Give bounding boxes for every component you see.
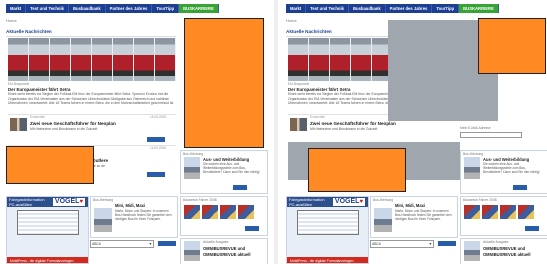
nav-item-test-technik[interactable]: Test und Technik (306, 4, 349, 13)
vogel-logo: VOGEL♥ (332, 198, 365, 206)
gallery-image[interactable] (500, 205, 516, 219)
magazine-cover[interactable] (464, 241, 480, 261)
nav-item-markt[interactable]: Markt (6, 4, 27, 13)
story-teaser: Mit Habrecher und Brockmann in die Zukun… (310, 127, 378, 131)
lead-caption: EM-Busparade (288, 82, 310, 86)
photo-gallery (184, 205, 254, 219)
redaction-block (308, 148, 406, 192)
story-date: 15.05.2008 (150, 115, 166, 119)
go-button[interactable] (438, 241, 456, 246)
nav-item-partner[interactable]: Partner des Jahres (106, 4, 153, 13)
nav-item-buskarriere[interactable]: BUSKARRIERE (179, 4, 219, 13)
breadcrumb[interactable]: Home (6, 18, 17, 23)
more-button[interactable] (147, 172, 165, 177)
gallery-image[interactable] (220, 205, 236, 219)
nav-item-busbaudbank[interactable]: Busbaudbank (69, 4, 106, 13)
aktuelle-ausgabe-box: Aktuelle Ausgabe OMNIBUSREVUE und OMNIBU… (180, 238, 268, 264)
box-title[interactable]: Mini, Midi, Maxi (115, 203, 145, 208)
vogel-ad-banner[interactable]: Fahrgastinformation PC-ausfüllen VOGEL♥ M… (6, 196, 89, 264)
story-date: 14.05.2008 (150, 146, 166, 150)
nav-item-buskarriere[interactable]: BUSKARRIERE (459, 4, 499, 13)
vogel-ad-banner[interactable]: Fahrgastinformation PC-ausfüllen VOGEL♥ M… (286, 196, 369, 264)
bus-werbung-box: Bus-Werbung Mini, Midi, Maxi Maße, Motor… (90, 196, 178, 238)
redaction-block (6, 146, 94, 184)
chevron-down-icon: ▼ (148, 242, 152, 246)
nav-item-markt[interactable]: Markt (286, 4, 307, 13)
main-nav: Markt Test und Technik Busbaudbank Partn… (286, 4, 499, 13)
nav-item-partner[interactable]: Partner des Jahres (386, 4, 433, 13)
bus-image[interactable] (94, 208, 112, 232)
section-rule (6, 36, 176, 37)
heart-icon: ♥ (359, 199, 363, 205)
story-tag: Evomobile (30, 115, 45, 119)
nav-item-test-technik[interactable]: Test und Technik (26, 4, 69, 13)
email-field[interactable] (460, 132, 522, 138)
aktuelle-ausgabe-box: Aktuelle Ausgabe OMNIBUSREVUE und OMNIBU… (460, 238, 547, 264)
lead-photo[interactable] (8, 38, 176, 81)
more-button[interactable] (233, 185, 247, 190)
box-title[interactable]: Mini, Midi, Maxi (395, 203, 425, 208)
story-tag: Evomobile (310, 115, 325, 119)
redaction-block (184, 18, 264, 148)
gallery-image[interactable] (202, 205, 218, 219)
bus-werbung-box: Bus-Werbung Mini, Midi, Maxi Maße, Motor… (370, 196, 458, 238)
main-nav: Markt Test und Technik Busbaudbank Partn… (6, 4, 219, 13)
photo-gallery (464, 205, 534, 219)
aus-weiterbildung-box: Bus-Werbung Aus- und Weiterbildung Sie s… (180, 150, 268, 194)
aus-weiterbildung-box: Bus-Werbung Aus- und Weiterbildung Sie s… (460, 150, 547, 194)
fotostrecke-box: Bauwerke Fahrer 2008 (180, 196, 268, 236)
section-title: Aktuelle Nachrichten (286, 29, 332, 34)
gallery-image[interactable] (518, 205, 534, 219)
redaction-block (478, 18, 546, 74)
lead-caption: EM-Busparade (8, 82, 30, 86)
login-label: Mein E-Mail-Adresse (460, 126, 491, 130)
story-title[interactable]: Zwei neue Geschäftsführer für Neoplan (30, 121, 116, 126)
gallery-image[interactable] (238, 205, 254, 219)
more-button[interactable] (525, 226, 539, 231)
gallery-image[interactable] (464, 205, 480, 219)
story-title[interactable]: Zwei neue Geschäftsführer für Neoplan (310, 121, 396, 126)
gallery-image[interactable] (184, 205, 200, 219)
story-thumbnail[interactable] (290, 118, 307, 131)
nav-item-tourtipp[interactable]: TourTipp (432, 4, 460, 13)
go-button[interactable] (158, 241, 176, 246)
bus-row-image (8, 38, 176, 81)
left-page-capture: Markt Test und Technik Busbaudbank Partn… (0, 0, 272, 264)
pane-divider (274, 0, 278, 264)
form-screenshot-image (297, 210, 359, 235)
bus-select[interactable]: ABC6 ▼ (370, 240, 434, 248)
gallery-image[interactable] (482, 205, 498, 219)
nav-item-busbaudbank[interactable]: Busbaudbank (349, 4, 386, 13)
magazine-cover[interactable] (184, 241, 200, 261)
breadcrumb[interactable]: Home (286, 18, 297, 23)
more-button[interactable] (513, 185, 527, 190)
lead-text: Eines steht bereits vor Beginn der Fußba… (8, 92, 175, 105)
story-thumbnail[interactable] (10, 118, 27, 131)
more-button[interactable] (245, 226, 259, 231)
vogel-logo: VOGEL♥ (52, 198, 85, 206)
chevron-down-icon: ▼ (428, 242, 432, 246)
section-title: Aktuelle Nachrichten (6, 29, 52, 34)
story-teaser: Mit Habrecher und Brockmann in die Zukun… (30, 127, 98, 131)
right-page-capture: Markt Test und Technik Busbaudbank Partn… (280, 0, 547, 264)
training-image[interactable] (184, 157, 200, 179)
nav-item-tourtipp[interactable]: TourTipp (152, 4, 180, 13)
bus-select[interactable]: ABC6 ▼ (90, 240, 154, 248)
bus-image[interactable] (374, 208, 392, 232)
training-image[interactable] (464, 157, 480, 179)
form-screenshot-image (17, 210, 79, 235)
fotostrecke-box: Bauwerke Fahrer 2008 (460, 196, 547, 236)
more-button[interactable] (147, 137, 165, 142)
story-title[interactable]: Outlere (92, 158, 108, 163)
heart-icon: ♥ (79, 199, 83, 205)
